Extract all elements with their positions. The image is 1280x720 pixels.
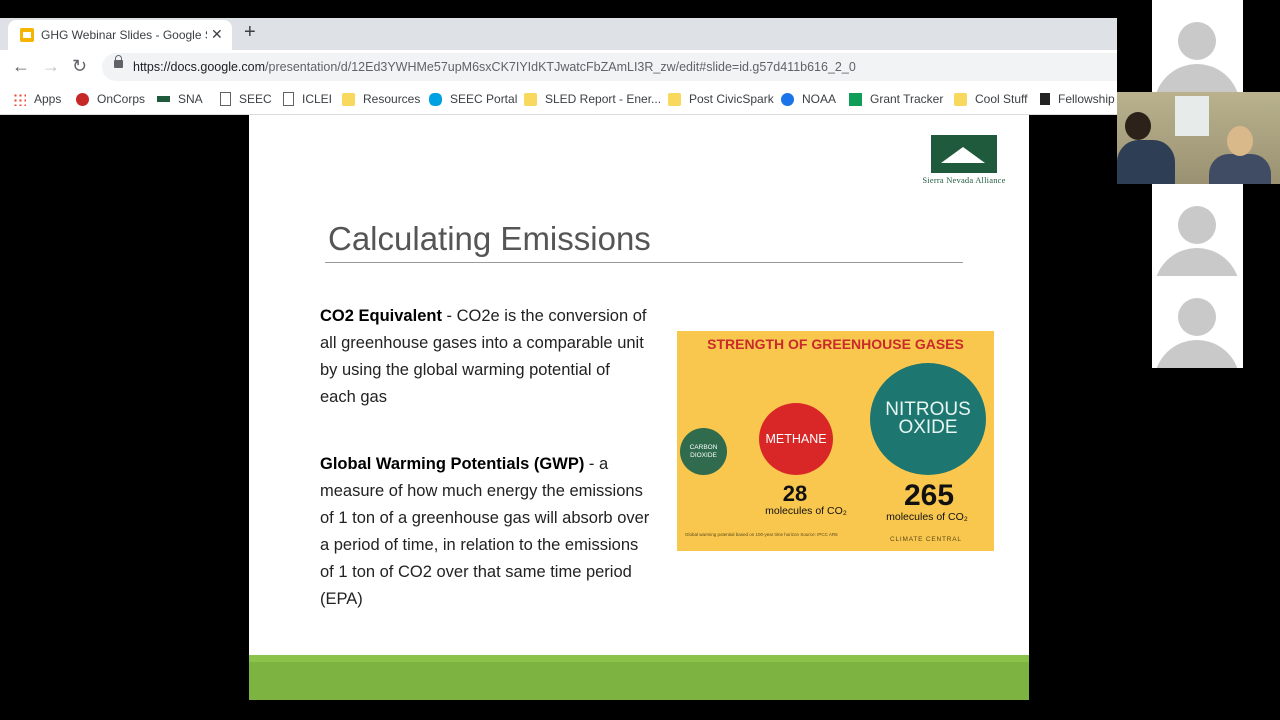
browser-tab[interactable]: GHG Webinar Slides - Google Sli ✕ (8, 20, 232, 50)
bookmark-label: SLED Report - Ener... (545, 92, 662, 106)
bookmark-apps[interactable]: Apps (13, 91, 61, 107)
bookmark-seec-portal[interactable]: SEEC Portal (429, 91, 517, 107)
bookmark-label: Fellowship (1058, 92, 1115, 106)
title-divider (325, 262, 963, 263)
bookmark-label: Resources (363, 92, 421, 106)
bookmark-sled-report[interactable]: SLED Report - Ener... (524, 91, 661, 107)
greenhouse-gas-infographic: STRENGTH OF GREENHOUSE GASES CARBON DIOX… (677, 331, 994, 551)
navigation-bar: ← → ↻ https://docs.google.com/presentati… (0, 50, 1117, 84)
page-icon (220, 92, 231, 106)
cloud-icon (429, 92, 442, 106)
bookmark-noaa[interactable]: NOAA (781, 91, 836, 107)
folder-icon (954, 92, 967, 106)
bookmarks-bar: Apps OnCorps SNA SEEC ICLEI Resources SE… (0, 84, 1117, 115)
avatar-head-icon (1178, 22, 1216, 60)
mountain-logo-icon (931, 135, 997, 173)
browser-window: GHG Webinar Slides - Google Sli ✕ + ← → … (0, 18, 1117, 115)
video-window (1175, 96, 1209, 136)
forward-button[interactable]: → (42, 56, 60, 77)
slides-favicon-icon (20, 28, 34, 42)
tab-title: GHG Webinar Slides - Google Sli (41, 28, 207, 42)
bookmark-label: Post CivicSpark (689, 92, 774, 106)
lock-icon[interactable] (114, 55, 123, 68)
bookmark-oncorps[interactable]: OnCorps (76, 91, 145, 107)
url-text: https://docs.google.com/presentation/d/1… (133, 60, 856, 74)
bookmark-label: SEEC Portal (450, 92, 518, 106)
avatar-head-icon (1178, 298, 1216, 336)
bookmark-label: NOAA (802, 92, 837, 106)
logo-text: Sierra Nevada Alliance (922, 175, 1006, 185)
bookmark-seec[interactable]: SEEC (218, 91, 272, 107)
folder-icon (668, 92, 681, 106)
infographic-source: Global warming potential based on 100-ye… (685, 532, 838, 537)
bookmark-fellowship[interactable]: Fellowship (1040, 91, 1115, 107)
bookmark-label: OnCorps (97, 92, 146, 106)
avatar-body-icon (1154, 248, 1240, 276)
bookmark-label: Apps (34, 92, 62, 106)
term-label: Global Warming Potentials (GWP) (320, 455, 585, 473)
apps-grid-icon (13, 92, 26, 106)
noaa-icon (781, 92, 794, 106)
avatar-head-icon (1178, 206, 1216, 244)
footer-bar-highlight (249, 655, 1029, 662)
bookmark-label: SEEC (239, 92, 272, 106)
url-path: /presentation/d/12Ed3YWHMe57upM6sxCK7IYI… (265, 60, 856, 74)
folder-icon (342, 92, 355, 106)
slide-title: Calculating Emissions (328, 220, 651, 257)
nitrous-oxide-unit: molecules of CO₂ (886, 511, 968, 523)
person-head (1227, 126, 1253, 156)
gwp-paragraph: Global Warming Potentials (GWP) - a meas… (320, 451, 650, 613)
bookmark-post-civicspark[interactable]: Post CivicSpark (668, 91, 774, 107)
bookmark-cool-stuff[interactable]: Cool Stuff (954, 91, 1027, 107)
co2-equivalent-paragraph: CO2 Equivalent - CO2e is the conversion … (320, 303, 650, 411)
participant-tile[interactable] (1152, 184, 1243, 276)
tab-strip: GHG Webinar Slides - Google Sli ✕ + (0, 18, 1117, 50)
participant-tile[interactable] (1152, 0, 1243, 92)
climate-central-logo: CLIMATE CENTRAL (890, 536, 962, 543)
new-tab-button[interactable]: + (244, 21, 256, 44)
person-body (1209, 154, 1271, 184)
avatar-body-icon (1154, 340, 1240, 368)
presentation-slide: Sierra Nevada Alliance Calculating Emiss… (249, 115, 1029, 700)
methane-value: 28 (782, 481, 808, 506)
folder-icon (524, 92, 537, 106)
participant-tile[interactable] (1152, 276, 1243, 368)
methane-unit: molecules of CO₂ (765, 505, 847, 517)
methane-circle: METHANE (759, 403, 833, 475)
bookmark-label: Grant Tracker (870, 92, 944, 106)
bookmark-label: SNA (178, 92, 203, 106)
bookmark-resources[interactable]: Resources (342, 91, 420, 107)
page-icon (283, 92, 294, 106)
url-host: https://docs.google.com (133, 60, 266, 74)
participant-video[interactable] (1117, 92, 1280, 184)
fellowship-icon (1040, 93, 1050, 105)
sierra-nevada-alliance-logo: Sierra Nevada Alliance (913, 135, 1015, 187)
avatar-body-icon (1154, 64, 1240, 92)
bookmark-iclei[interactable]: ICLEI (281, 91, 332, 107)
definition-text: - a measure of how much energy the emiss… (320, 455, 650, 608)
person-head (1125, 112, 1151, 140)
back-button[interactable]: ← (12, 56, 30, 77)
bookmark-grant-tracker[interactable]: Grant Tracker (849, 91, 943, 107)
person-body (1117, 140, 1175, 184)
nitrous-oxide-circle: NITROUS OXIDE (870, 363, 986, 475)
oncorps-icon (76, 92, 89, 106)
tab-close-icon[interactable]: ✕ (211, 26, 223, 43)
reload-button[interactable]: ↻ (72, 56, 87, 77)
infographic-header: STRENGTH OF GREENHOUSE GASES (707, 336, 964, 352)
sna-logo-icon (157, 96, 170, 102)
nitrous-oxide-value: 265 (903, 479, 955, 512)
term-label: CO2 Equivalent (320, 307, 442, 325)
carbon-dioxide-circle: CARBON DIOXIDE (680, 428, 727, 475)
sheets-icon (849, 92, 862, 106)
bookmark-sna[interactable]: SNA (157, 91, 203, 107)
address-bar[interactable]: https://docs.google.com/presentation/d/1… (102, 53, 1117, 81)
bookmark-label: ICLEI (302, 92, 333, 106)
bookmark-label: Cool Stuff (975, 92, 1028, 106)
